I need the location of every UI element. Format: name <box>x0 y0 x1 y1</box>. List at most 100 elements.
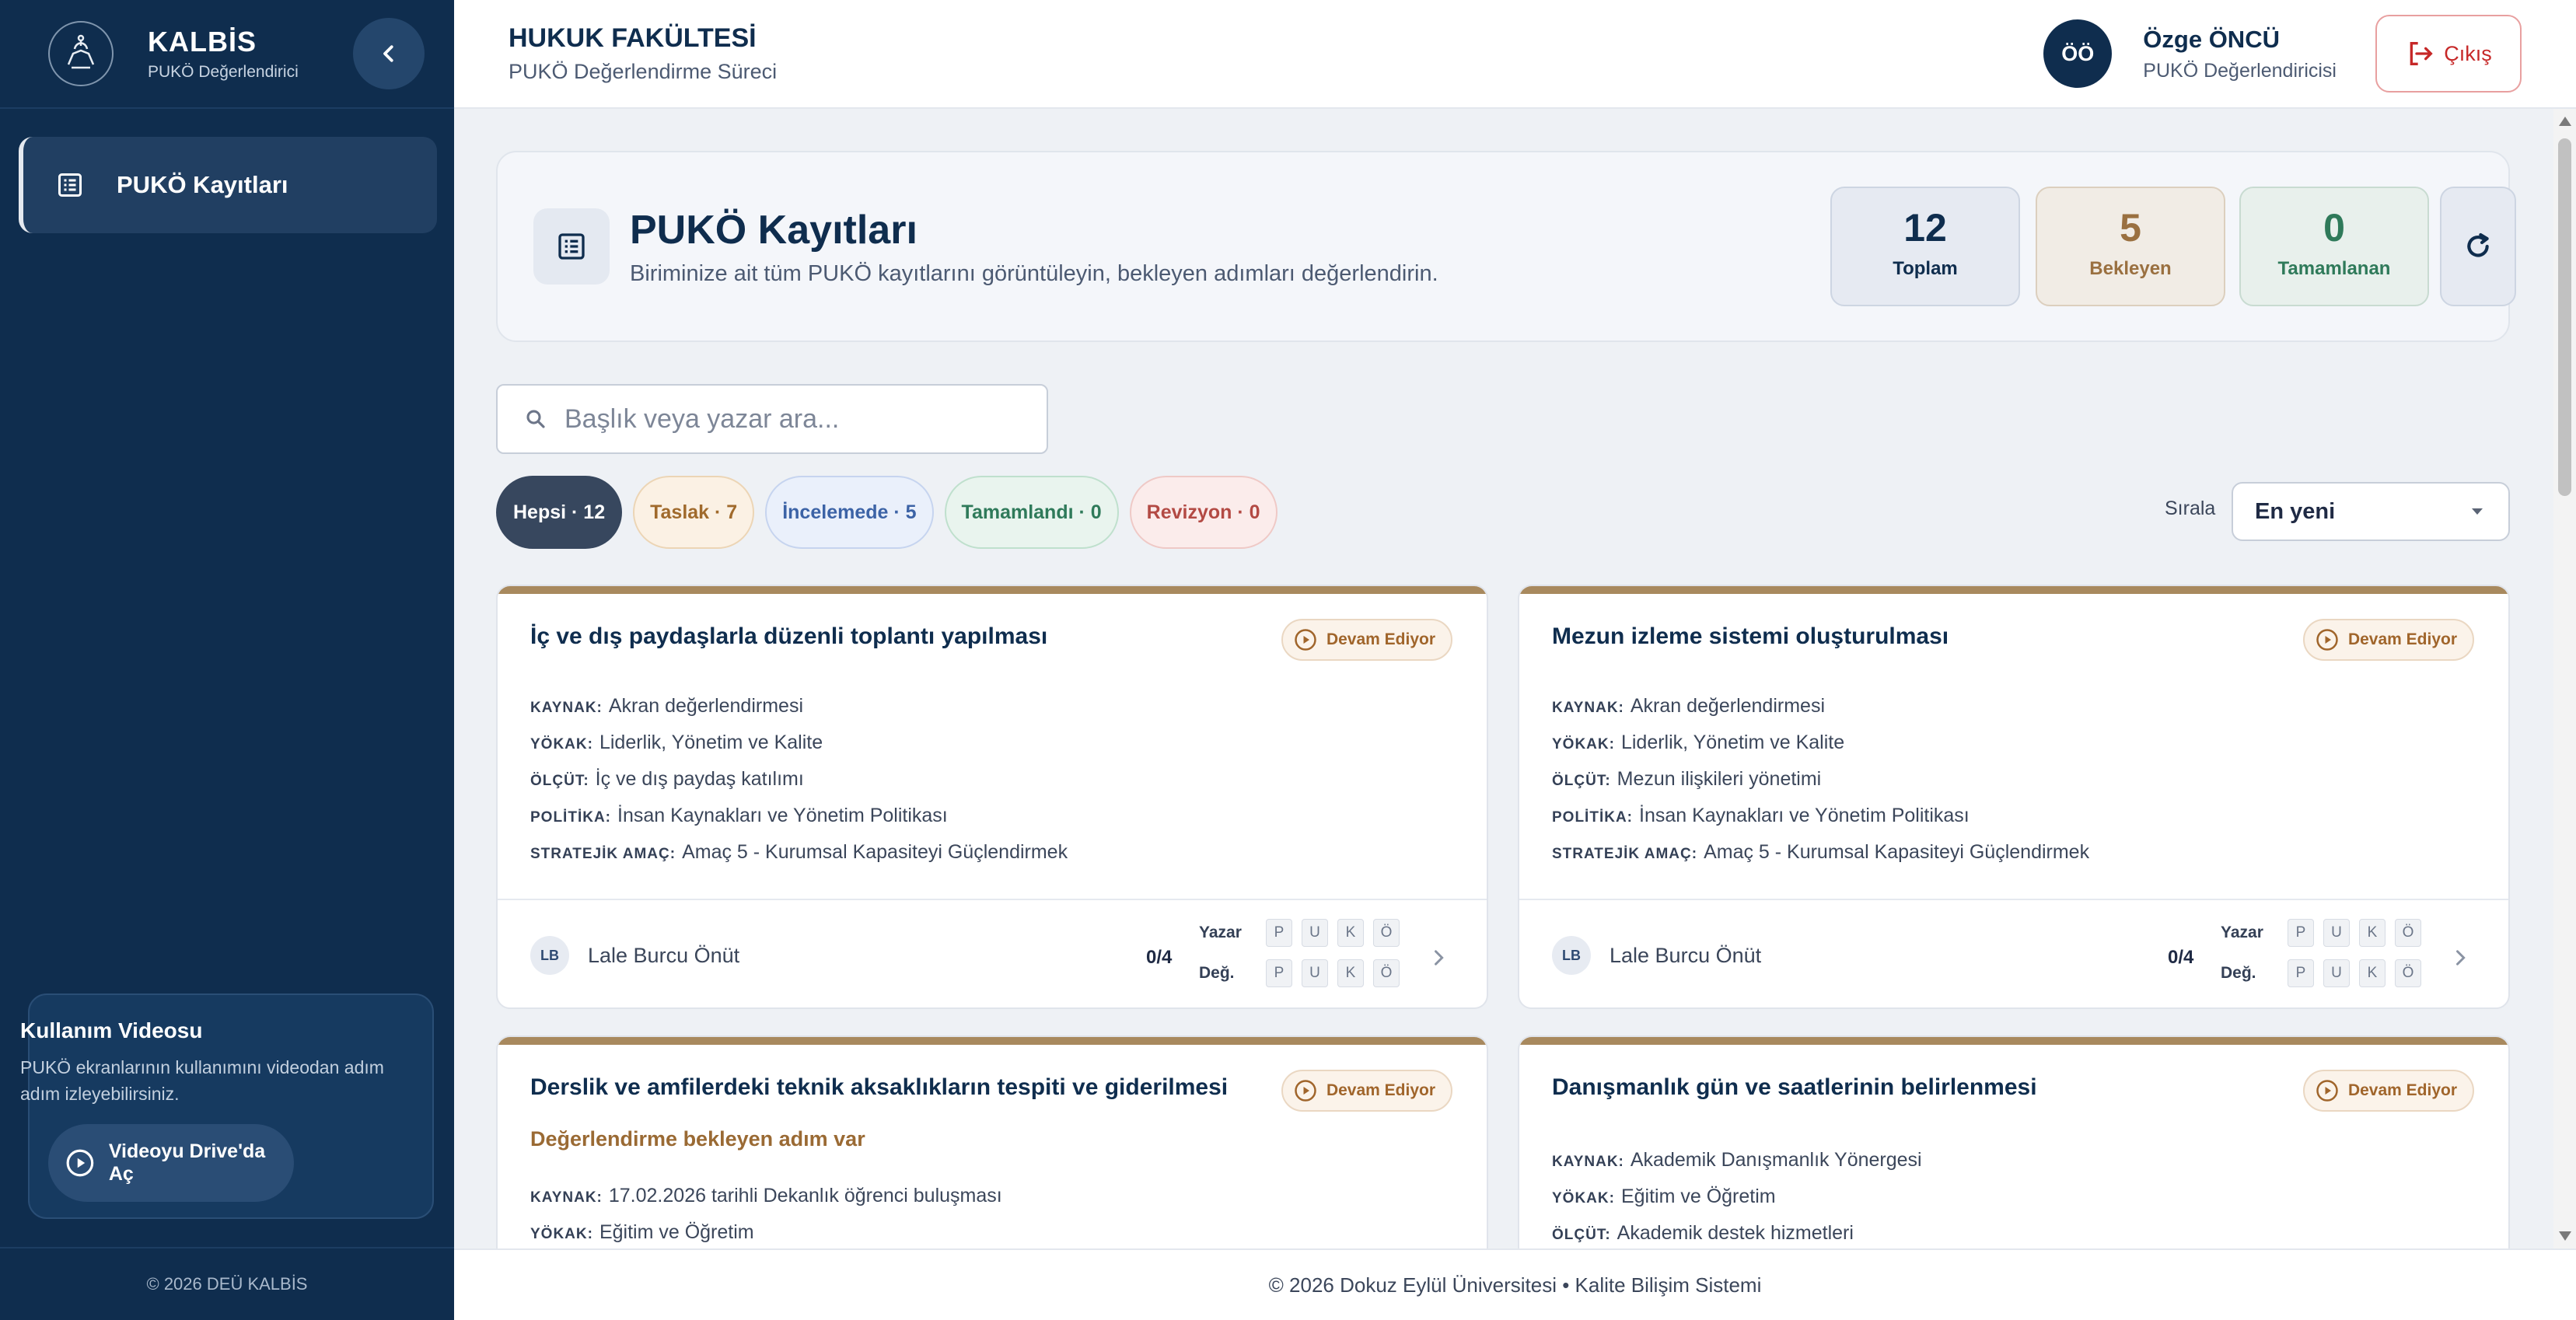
status-badge: Devam Ediyor <box>1281 619 1452 661</box>
scroll-up-arrow-icon[interactable] <box>2559 117 2571 126</box>
meta-yokak-value: Liderlik, Yönetim ve Kalite <box>1620 732 1845 753</box>
university-logo-icon <box>48 21 114 86</box>
meta-source: KAYNAK: Akran değerlendirmesi <box>530 695 1068 732</box>
meta-goal-value: Amaç 5 - Kurumsal Kapasiteyi Güçlendirme… <box>1704 841 2090 863</box>
sidebar-header: KALBİS PUKÖ Değerlendirici <box>0 0 454 109</box>
stat-pending-label: Bekleyen <box>2089 258 2172 279</box>
sort-value: En yeni <box>2255 498 2336 524</box>
filter-draft[interactable]: Taslak · 7 <box>633 476 755 549</box>
puko-card[interactable]: Mezun izleme sistemi oluşturulması Devam… <box>1518 585 2510 1009</box>
list-icon <box>533 208 610 285</box>
meta-yokak: YÖKAK: Eğitim ve Öğretim <box>530 1221 1002 1248</box>
meta-policy-value: İnsan Kaynakları ve Yönetim Politikası <box>617 805 948 826</box>
faculty-subtitle: PUKÖ Değerlendirme Süreci <box>509 60 778 83</box>
filter-revision[interactable]: Revizyon · 0 <box>1129 476 1278 549</box>
chevron-left-icon <box>383 45 393 62</box>
sidebar: KALBİS PUKÖ Değerlendirici PUKÖ Kayıtlar… <box>0 0 454 1320</box>
card-meta: KAYNAK: Akran değerlendirmesi YÖKAK: Lider… <box>1552 695 2089 878</box>
puko-card[interactable]: Danışmanlık gün ve saatlerinin belirlenm… <box>1518 1035 2510 1248</box>
sidebar-nav: PUKÖ Kayıtları <box>0 109 454 233</box>
sidebar-footer: © 2026 DEÜ KALBİS <box>0 1247 454 1320</box>
page-hero: PUKÖ Kayıtları Biriminize ait tüm PUKÖ k… <box>496 151 2516 342</box>
stat-completed-label: Tamamlanan <box>2277 258 2391 279</box>
stat-total: 12 Toplam <box>1830 187 2020 306</box>
page-scrollbar[interactable] <box>2553 109 2576 1248</box>
eval-step-o: Ö <box>1373 959 1400 987</box>
search-icon <box>526 410 545 428</box>
meta-yokak-value: Eğitim ve Öğretim <box>1620 1186 1776 1207</box>
meta-yokak: YÖKAK: Liderlik, Yönetim ve Kalite <box>530 732 1068 768</box>
meta-criterion-label: ÖLÇÜT: <box>1552 773 1611 789</box>
user-info: Özge ÖNCÜ PUKÖ Değerlendiricisi <box>2143 26 2337 82</box>
filter-all[interactable]: Hepsi · 12 <box>496 476 623 549</box>
stat-completed: 0 Tamamlanan <box>2239 187 2429 306</box>
sort-label: Sırala <box>2165 498 2216 519</box>
refresh-button[interactable] <box>2440 187 2516 306</box>
author-step-u: U <box>1302 919 1328 947</box>
filter-completed[interactable]: Tamamlandı · 0 <box>944 476 1119 549</box>
eval-step-k: K <box>1337 959 1364 987</box>
video-card-title: Kullanım Videosu <box>20 1018 203 1042</box>
meta-criterion-value: Akademik destek hizmetleri <box>1617 1222 1854 1244</box>
sidebar-item-puko-records[interactable]: PUKÖ Kayıtları <box>19 137 437 233</box>
brand-subtitle: PUKÖ Değerlendirici <box>148 63 299 81</box>
faculty-info: HUKUK FAKÜLTESİ PUKÖ Değerlendirme Sürec… <box>509 23 2043 84</box>
meta-yokak-value: Eğitim ve Öğretim <box>599 1221 754 1243</box>
logout-button[interactable]: Çıkış <box>2375 15 2522 93</box>
meta-yokak-label: YÖKAK: <box>530 736 593 753</box>
eval-step-o: Ö <box>2395 959 2421 987</box>
search-input[interactable] <box>564 403 1031 435</box>
meta-goal-label: STRATEJİK AMAÇ: <box>1552 846 1698 862</box>
puko-card[interactable]: Derslik ve amfilerdeki teknik aksaklıkla… <box>496 1035 1488 1248</box>
meta-source-label: KAYNAK: <box>530 700 603 716</box>
stat-pending: 5 Bekleyen <box>2036 187 2225 306</box>
stat-completed-value: 0 <box>2323 206 2345 250</box>
puko-card[interactable]: İç ve dış paydaşlarla düzenli toplantı y… <box>496 585 1488 1009</box>
meta-yokak-label: YÖKAK: <box>530 1226 593 1242</box>
meta-criterion-value: İç ve dış paydaş katılımı <box>595 768 804 790</box>
meta-source-value: 17.02.2026 tarihli Dekanlık öğrenci bulu… <box>608 1185 1002 1207</box>
author-step-u: U <box>2323 919 2350 947</box>
page-footer: © 2026 Dokuz Eylül Üniversitesi • Kalite… <box>454 1248 2576 1320</box>
collapse-sidebar-button[interactable] <box>353 18 425 89</box>
author-step-k: K <box>2359 919 2386 947</box>
eval-step-p: P <box>1266 959 1292 987</box>
meta-goal: STRATEJİK AMAÇ: Amaç 5 - Kurumsal Kapasit… <box>530 841 1068 878</box>
open-video-button[interactable]: Videoyu Drive'da Aç <box>48 1124 294 1202</box>
meta-criterion: ÖLÇÜT: Akademik destek hizmetleri <box>1552 1222 1922 1248</box>
meta-yokak: YÖKAK: Eğitim ve Öğretim <box>1552 1186 1922 1222</box>
user-avatar: ÖÖ <box>2043 19 2113 88</box>
card-title: İç ve dış paydaşlarla düzenli toplantı y… <box>530 623 1048 649</box>
filter-in-review[interactable]: İncelemede · 5 <box>765 476 934 549</box>
scrollbar-thumb[interactable] <box>2558 138 2571 496</box>
card-footer: LB Lale Burcu Önüt 0/4 Yazar Değ. P U K … <box>498 899 1487 1007</box>
status-badge-label: Devam Ediyor <box>1326 1081 1435 1099</box>
meta-goal-label: STRATEJİK AMAÇ: <box>530 846 676 862</box>
stat-pending-value: 5 <box>2120 206 2141 250</box>
play-circle-icon <box>2316 629 2338 651</box>
scroll-down-arrow-icon[interactable] <box>2559 1231 2571 1241</box>
chevron-right-icon[interactable] <box>2449 947 2471 969</box>
author-avatar: LB <box>530 936 569 975</box>
author-puko-label: Yazar <box>1199 924 1242 941</box>
play-circle-icon <box>66 1149 94 1177</box>
author-step-k: K <box>1337 919 1364 947</box>
logout-icon <box>2410 42 2433 65</box>
author-step-o: Ö <box>1373 919 1400 947</box>
logout-label: Çıkış <box>2444 41 2492 65</box>
meta-criterion: ÖLÇÜT: İç ve dış paydaş katılımı <box>530 768 1068 805</box>
eval-step-u: U <box>1302 959 1328 987</box>
meta-criterion: ÖLÇÜT: Mezun ilişkileri yönetimi <box>1552 768 2089 805</box>
progress-count: 0/4 <box>1146 947 1173 968</box>
user-name: Özge ÖNCÜ <box>2143 25 2280 53</box>
meta-source-value: Akademik Danışmanlık Yönergesi <box>1630 1149 1922 1171</box>
status-badge-label: Devam Ediyor <box>2347 630 2457 648</box>
card-meta: KAYNAK: Akran değerlendirmesi YÖKAK: Lider… <box>530 695 1068 878</box>
open-video-label: Videoyu Drive'da Aç <box>108 1140 266 1185</box>
stat-total-label: Toplam <box>1893 258 1958 279</box>
card-footer: LB Lale Burcu Önüt 0/4 Yazar Değ. P U K … <box>1519 899 2508 1007</box>
meta-policy-label: POLİTİKA: <box>530 809 611 826</box>
meta-yokak-value: Liderlik, Yönetim ve Kalite <box>599 732 823 753</box>
chevron-right-icon[interactable] <box>1428 947 1449 969</box>
sort-select[interactable]: En yeni <box>2232 482 2510 541</box>
